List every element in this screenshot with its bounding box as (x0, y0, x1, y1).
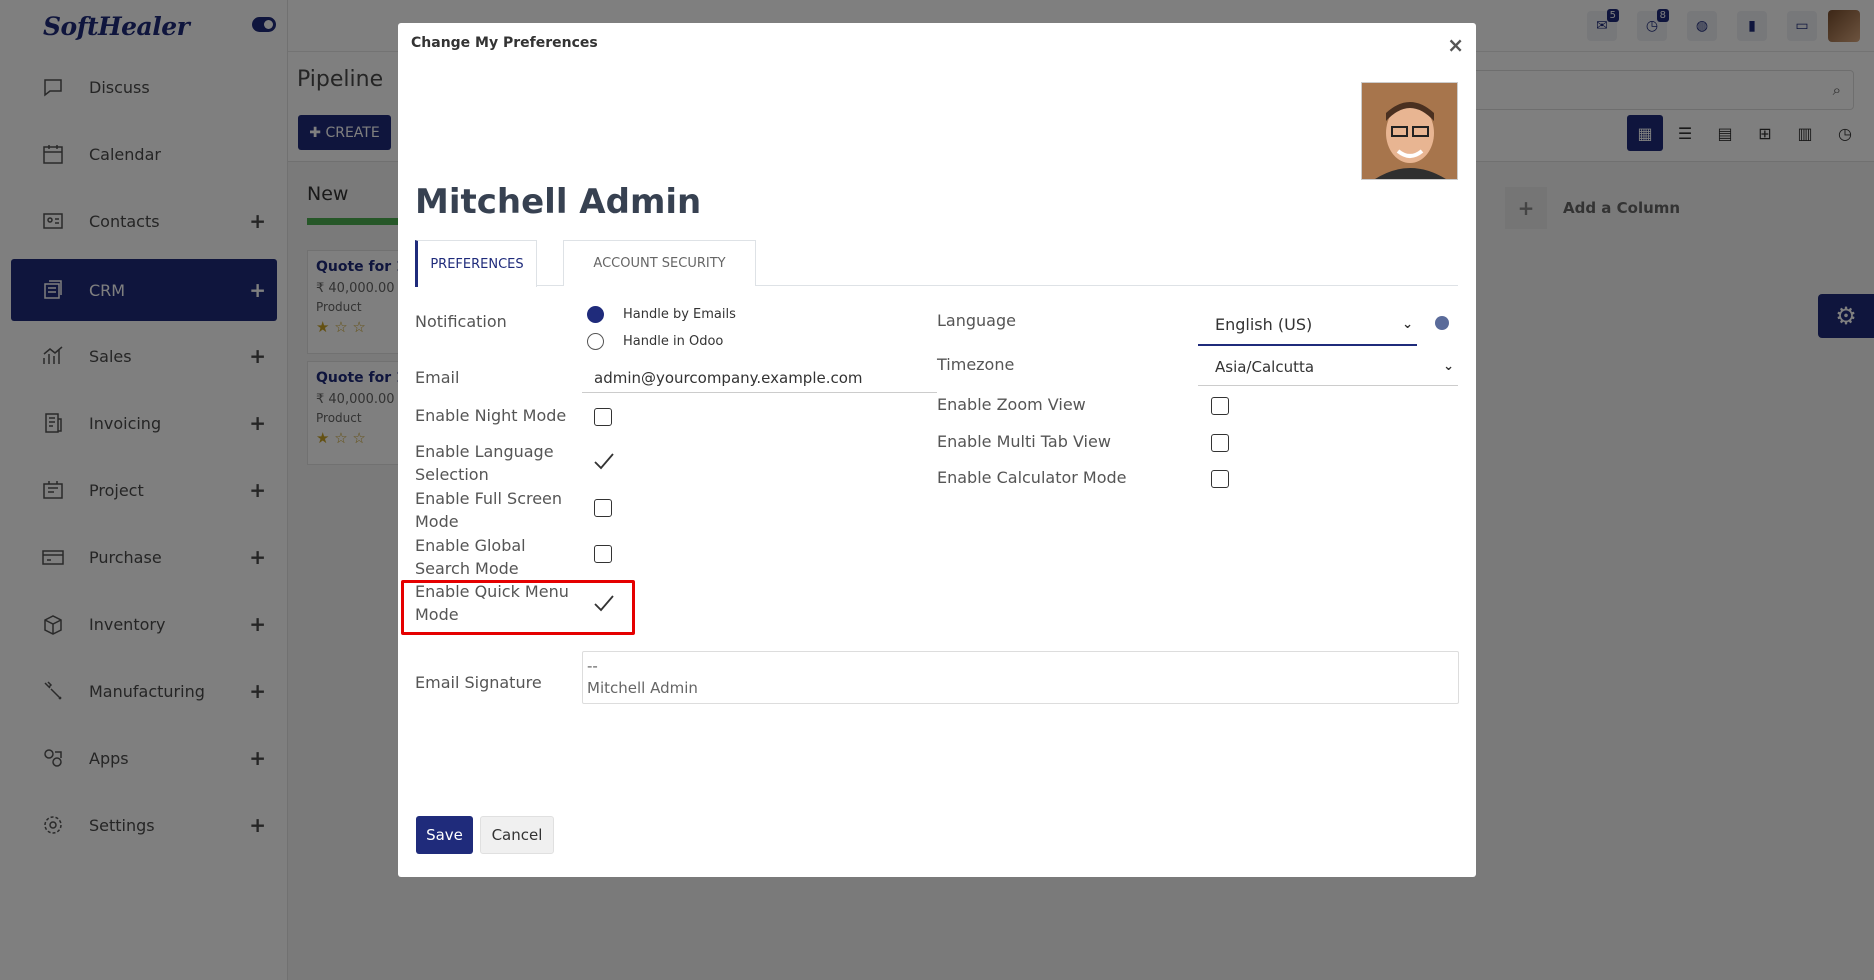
language-selection-label: Enable Language Selection (415, 442, 554, 484)
email-value: admin@yourcompany.example.com (594, 369, 863, 387)
profile-photo[interactable] (1361, 82, 1458, 180)
timezone-value: Asia/Calcutta (1215, 358, 1315, 376)
signature-line: -- (587, 657, 598, 675)
globe-icon[interactable] (1435, 316, 1449, 330)
chevron-down-icon: ⌄ (1443, 359, 1454, 374)
user-name[interactable]: Mitchell Admin (415, 182, 701, 222)
calculator-checkbox[interactable] (1211, 470, 1229, 488)
notification-label: Notification (415, 312, 507, 331)
chevron-down-icon: ⌄ (1402, 317, 1413, 332)
cancel-button[interactable]: Cancel (480, 816, 554, 854)
email-signature-editor[interactable]: -- Mitchell Admin (582, 651, 1459, 704)
global-search-checkbox[interactable] (594, 545, 612, 563)
preferences-modal: Change My Preferences × Mitchell Admin P… (398, 23, 1476, 877)
save-button[interactable]: Save (416, 816, 473, 854)
modal-title: Change My Preferences (411, 35, 598, 51)
multi-tab-label: Enable Multi Tab View (937, 432, 1111, 451)
close-icon[interactable]: × (1447, 33, 1464, 57)
radio-handle-emails[interactable] (587, 306, 604, 323)
night-mode-checkbox[interactable] (594, 408, 612, 426)
email-field[interactable]: admin@yourcompany.example.com (582, 366, 937, 393)
full-screen-label: Enable Full Screen Mode (415, 489, 563, 531)
tab-bar: PREFERENCES ACCOUNT SECURITY (415, 240, 1458, 287)
zoom-view-label: Enable Zoom View (937, 395, 1086, 414)
tab-account-security[interactable]: ACCOUNT SECURITY (563, 240, 756, 286)
language-selection-checkbox[interactable] (592, 450, 616, 472)
timezone-select[interactable]: Asia/Calcutta ⌄ (1198, 352, 1458, 386)
signature-line: Mitchell Admin (587, 679, 698, 697)
timezone-label: Timezone (937, 355, 1015, 374)
tab-preferences[interactable]: PREFERENCES (415, 240, 537, 287)
radio-handle-odoo[interactable] (587, 333, 604, 350)
global-search-label: Enable Global Search Mode (415, 536, 526, 578)
radio-handle-odoo-label[interactable]: Handle in Odoo (623, 334, 723, 349)
full-screen-checkbox[interactable] (594, 499, 612, 517)
calculator-label: Enable Calculator Mode (937, 468, 1127, 487)
language-select[interactable]: English (US) ⌄ (1198, 306, 1417, 346)
language-label: Language (937, 311, 1016, 330)
email-label: Email (415, 368, 460, 387)
language-value: English (US) (1215, 315, 1313, 334)
zoom-view-checkbox[interactable] (1211, 397, 1229, 415)
signature-label: Email Signature (415, 673, 542, 692)
radio-handle-emails-label[interactable]: Handle by Emails (623, 307, 736, 322)
night-mode-label: Enable Night Mode (415, 406, 567, 425)
multi-tab-checkbox[interactable] (1211, 434, 1229, 452)
highlight-annotation (401, 580, 635, 635)
